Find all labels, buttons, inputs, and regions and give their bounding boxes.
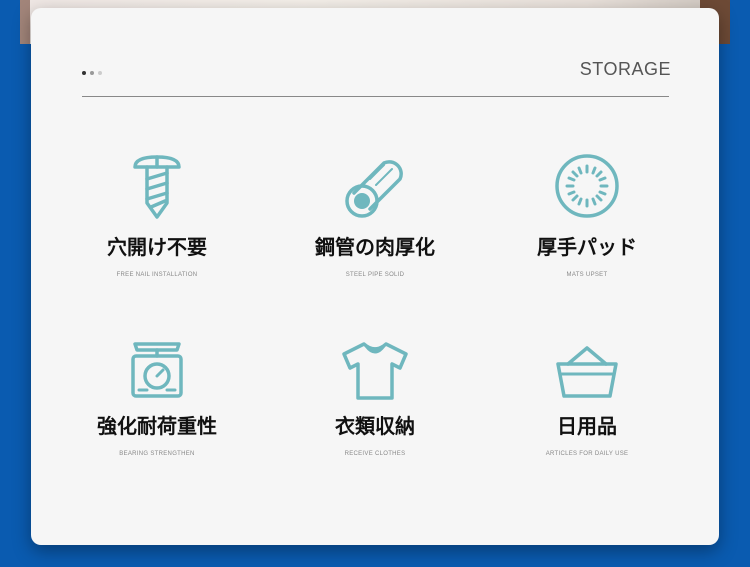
feature-subtitle: MATS UPSET — [566, 272, 608, 278]
pager-dot-1[interactable] — [82, 71, 86, 75]
pad-icon — [555, 154, 619, 218]
feature-thick-pad: 厚手パッド MATS UPSET — [487, 153, 687, 278]
feature-title: 日用品 — [557, 414, 617, 438]
feature-clothes-storage: 衣類収納 RECEIVE CLOTHES — [275, 340, 475, 457]
basket-icon — [556, 346, 618, 398]
feature-title: 穴開け不要 — [107, 235, 207, 259]
feature-free-nail: 穴開け不要 FREE NAIL INSTALLATION — [57, 153, 257, 278]
feature-load-bearing: 強化耐荷重性 BEARING STRENGTHEN — [57, 340, 257, 457]
feature-daily-goods: 日用品 ARTICLES FOR DAILY USE — [487, 340, 687, 457]
tshirt-icon — [342, 342, 408, 400]
feature-steel-pipe: 鋼管の肉厚化 STEEL PIPE SOLID — [275, 153, 475, 278]
feature-subtitle: RECEIVE CLOTHES — [344, 451, 406, 457]
feature-subtitle: FREE NAIL INSTALLATION — [116, 272, 198, 278]
pager-dots[interactable] — [82, 71, 102, 75]
feature-title: 衣類収納 — [335, 414, 415, 438]
features-card: STORAGE 穴開け不要 FREE NAIL INSTALLATION 鋼管の… — [31, 8, 719, 545]
screw-icon — [133, 155, 181, 219]
pager-dot-3[interactable] — [98, 71, 102, 75]
feature-title: 鋼管の肉厚化 — [315, 235, 435, 259]
pager-dot-2[interactable] — [90, 71, 94, 75]
photo-frame-left — [20, 0, 30, 44]
page: STORAGE 穴開け不要 FREE NAIL INSTALLATION 鋼管の… — [0, 0, 750, 567]
section-title: STORAGE — [579, 59, 671, 79]
feature-title: 厚手パッド — [537, 235, 637, 259]
steel-pipe-icon — [345, 160, 403, 218]
feature-subtitle: BEARING STRENGTHEN — [119, 451, 195, 457]
divider — [82, 96, 669, 97]
feature-subtitle: ARTICLES FOR DAILY USE — [545, 451, 629, 457]
feature-subtitle: STEEL PIPE SOLID — [345, 272, 405, 278]
scale-icon — [131, 342, 183, 398]
feature-title: 強化耐荷重性 — [97, 414, 217, 438]
